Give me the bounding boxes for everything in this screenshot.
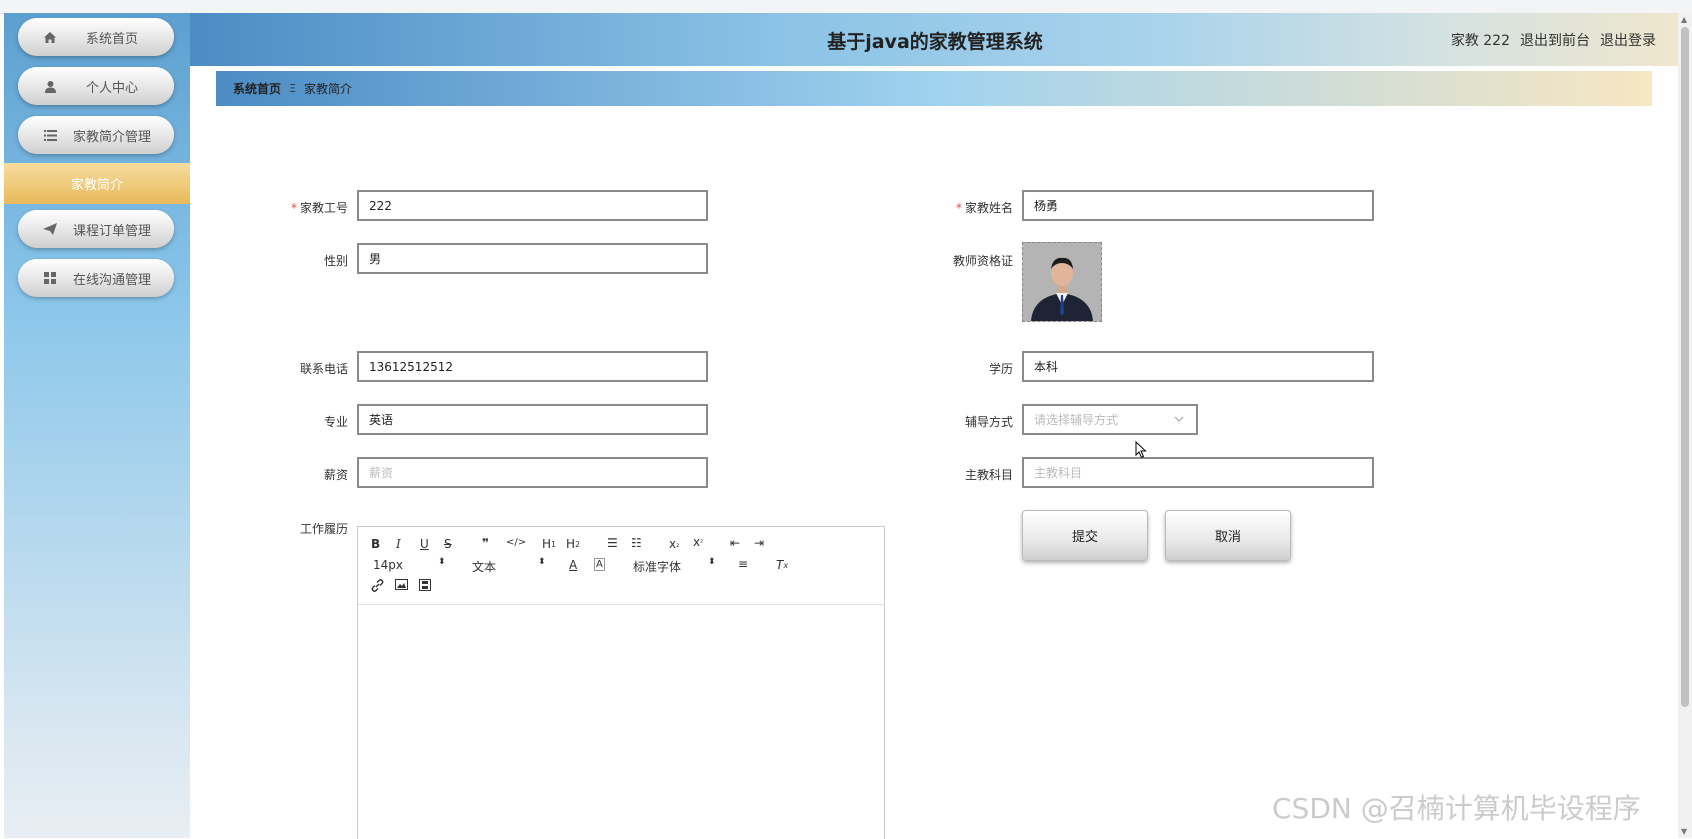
underline-icon[interactable]: U bbox=[420, 537, 429, 551]
gender-label: 性别 bbox=[323, 254, 348, 268]
font-family-arrows-icon: ⬍ bbox=[708, 557, 716, 567]
clear-format-icon[interactable]: Tx bbox=[776, 558, 788, 572]
sidebar-item-label: 家教简介管理 bbox=[72, 129, 151, 145]
salary-field[interactable]: 薪资 bbox=[357, 457, 708, 488]
sidebar-item-profile[interactable]: 个人中心 bbox=[18, 67, 174, 105]
browser-bookmark-bar bbox=[0, 0, 1692, 14]
sidebar-item-label: 在线沟通管理 bbox=[72, 272, 151, 288]
experience-label: 工作履历 bbox=[299, 522, 348, 536]
sidebar-item-tutor-intro-mgmt[interactable]: 家教简介管理 bbox=[18, 116, 174, 154]
font-size-arrows-icon: ⬍ bbox=[438, 557, 446, 567]
logout-link[interactable]: 退出登录 bbox=[1600, 30, 1656, 50]
editor-toolbar: B I U S ❞ </> H1 H2 ☰ ☷ x₂ x² ⇤ ⇥ 14px ⬍… bbox=[358, 527, 884, 605]
person-photo-icon bbox=[1023, 243, 1101, 321]
send-icon bbox=[40, 223, 60, 235]
bullet-list-icon[interactable]: ☷ bbox=[631, 536, 642, 550]
salary-label: 薪资 bbox=[323, 468, 348, 482]
outdent-icon[interactable]: ⇤ bbox=[730, 536, 740, 550]
italic-icon[interactable]: I bbox=[396, 537, 401, 551]
ordered-list-icon[interactable]: ☰ bbox=[607, 536, 618, 550]
scroll-up-icon[interactable]: ▲ bbox=[1681, 15, 1687, 24]
cancel-button[interactable]: 取消 bbox=[1165, 510, 1291, 561]
scrollbar-thumb[interactable] bbox=[1681, 27, 1689, 707]
indent-icon[interactable]: ⇥ bbox=[754, 536, 764, 550]
education-label: 学历 bbox=[988, 362, 1013, 376]
breadcrumb-separator: Ξ bbox=[289, 82, 296, 95]
tutor-no-label-text: 家教工号 bbox=[299, 201, 348, 215]
heading1-icon[interactable]: H1 bbox=[542, 537, 556, 551]
tutor-name-field[interactable]: 杨勇 bbox=[1022, 190, 1374, 221]
sidebar-subitem-label: 家教简介 bbox=[70, 178, 123, 193]
sidebar-item-label: 系统首页 bbox=[85, 31, 138, 47]
link-icon[interactable] bbox=[371, 579, 384, 592]
page-scrollbar[interactable]: ▲ ▼ bbox=[1678, 13, 1692, 838]
tutor-name-label: * 家教姓名 bbox=[955, 201, 1013, 215]
certificate-label: 教师资格证 bbox=[952, 254, 1013, 268]
editor-content-area[interactable] bbox=[358, 605, 884, 839]
text-type-arrows-icon: ⬍ bbox=[538, 557, 546, 567]
certificate-photo[interactable] bbox=[1022, 242, 1102, 322]
heading2-icon[interactable]: H2 bbox=[566, 537, 580, 551]
phone-field[interactable]: 13612512512 bbox=[357, 351, 708, 382]
subject-field[interactable]: 主教科目 bbox=[1022, 457, 1374, 488]
major-field[interactable]: 英语 bbox=[357, 404, 708, 435]
subscript-icon[interactable]: x₂ bbox=[669, 537, 679, 551]
sidebar-item-label: 课程订单管理 bbox=[72, 223, 151, 239]
gender-field[interactable]: 男 bbox=[357, 243, 708, 274]
tutor-no-label: * 家教工号 bbox=[290, 201, 348, 215]
breadcrumb: 系统首页 Ξ 家教简介 bbox=[216, 71, 1652, 106]
front-page-link[interactable]: 退出到前台 bbox=[1520, 30, 1590, 50]
home-icon bbox=[40, 31, 60, 44]
superscript-icon[interactable]: x² bbox=[693, 535, 703, 549]
list-icon bbox=[40, 129, 60, 141]
top-header: 基于java的家教管理系统 家教 222 退出到前台 退出登录 bbox=[190, 13, 1680, 66]
header-user-area: 家教 222 退出到前台 退出登录 bbox=[1451, 30, 1656, 50]
scroll-down-icon[interactable]: ▼ bbox=[1681, 827, 1687, 836]
bold-icon[interactable]: B bbox=[371, 537, 380, 551]
watermark: CSDN @召楠计算机毕设程序 bbox=[1272, 792, 1641, 825]
strikethrough-icon[interactable]: S bbox=[444, 537, 452, 551]
subject-label: 主教科目 bbox=[964, 468, 1013, 482]
font-size-select[interactable]: 14px bbox=[373, 558, 403, 572]
education-field[interactable]: 本科 bbox=[1022, 351, 1374, 382]
blockquote-icon[interactable]: ❞ bbox=[482, 536, 489, 550]
sidebar: 系统首页 个人中心 家教简介管理 家教简介 课程订单管理 在线沟通管理 bbox=[4, 13, 190, 838]
mouse-cursor-icon bbox=[1135, 440, 1147, 463]
phone-label: 联系电话 bbox=[299, 362, 348, 376]
breadcrumb-home[interactable]: 系统首页 bbox=[233, 80, 281, 97]
sidebar-item-home[interactable]: 系统首页 bbox=[18, 18, 174, 56]
grid-icon bbox=[40, 272, 60, 284]
video-icon[interactable] bbox=[419, 579, 431, 591]
chevron-down-icon bbox=[1174, 414, 1184, 425]
breadcrumb-current: 家教简介 bbox=[303, 82, 352, 96]
image-icon[interactable] bbox=[395, 579, 408, 590]
code-icon[interactable]: </> bbox=[506, 537, 526, 548]
sidebar-item-course-orders[interactable]: 课程订单管理 bbox=[18, 210, 174, 248]
submit-button[interactable]: 提交 bbox=[1022, 510, 1148, 561]
sidebar-subitem-tutor-intro[interactable]: 家教简介 bbox=[4, 163, 190, 204]
experience-editor[interactable]: B I U S ❞ </> H1 H2 ☰ ☷ x₂ x² ⇤ ⇥ 14px ⬍… bbox=[357, 526, 885, 839]
major-label: 专业 bbox=[323, 415, 348, 429]
tutor-name-label-text: 家教姓名 bbox=[964, 201, 1013, 215]
user-icon bbox=[40, 80, 60, 93]
text-type-select[interactable]: 文本 bbox=[472, 558, 496, 575]
tutoring-mode-select[interactable]: 请选择辅导方式 bbox=[1022, 404, 1198, 435]
sidebar-item-label: 个人中心 bbox=[85, 80, 138, 96]
tutor-no-field[interactable]: 222 bbox=[357, 190, 708, 221]
current-user: 家教 222 bbox=[1450, 33, 1510, 49]
align-icon[interactable]: ≡ bbox=[738, 557, 748, 571]
tutoring-mode-label: 辅导方式 bbox=[964, 415, 1013, 429]
background-color-icon[interactable]: A bbox=[594, 558, 605, 571]
font-family-select[interactable]: 标准字体 bbox=[633, 558, 681, 575]
tutoring-mode-placeholder: 请选择辅导方式 bbox=[1034, 413, 1119, 427]
sidebar-item-online-chat[interactable]: 在线沟通管理 bbox=[18, 259, 174, 297]
font-color-icon[interactable]: A bbox=[569, 558, 577, 572]
